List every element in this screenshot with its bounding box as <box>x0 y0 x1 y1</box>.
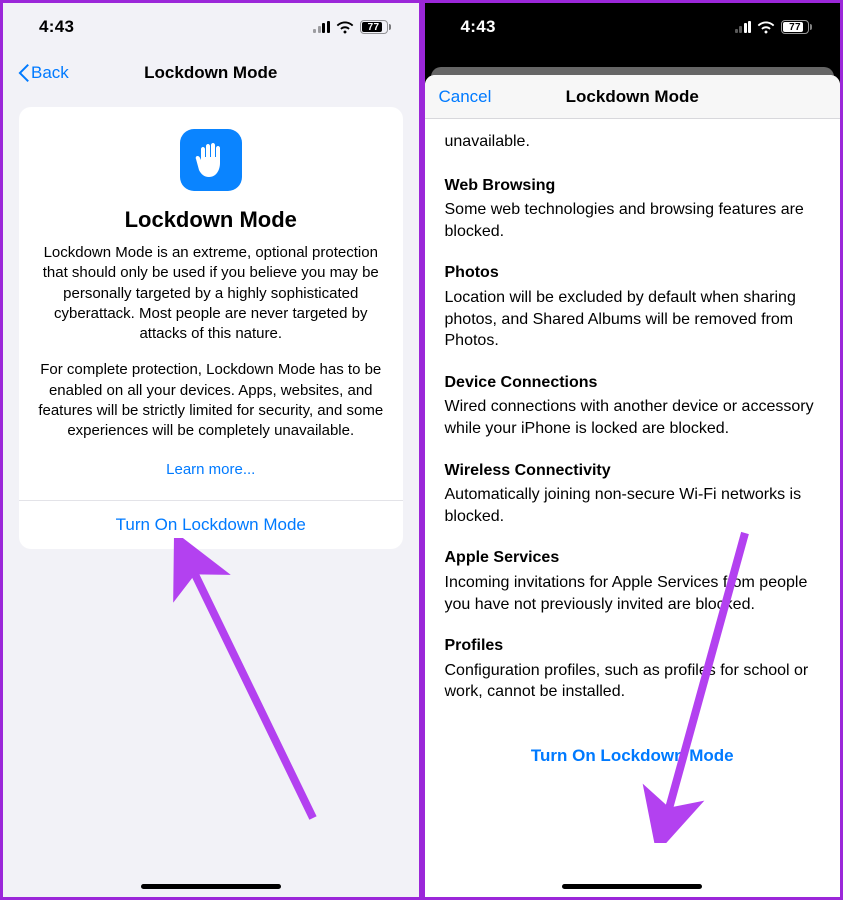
phone-left: 4:43 77 Back Lockdown Mode <box>0 0 422 900</box>
turn-on-lockdown-button[interactable]: Turn On Lockdown Mode <box>445 723 821 808</box>
home-indicator <box>562 884 702 889</box>
settings-body: Lockdown Mode Lockdown Mode is an extrem… <box>3 95 419 897</box>
status-bar: 4:43 77 <box>425 3 841 51</box>
section-head: Profiles <box>445 635 821 657</box>
status-right: 77 <box>735 20 813 34</box>
section-web-browsing: Web Browsing Some web technologies and b… <box>445 175 821 243</box>
chevron-back-icon <box>17 63 29 83</box>
turn-on-lockdown-button[interactable]: Turn On Lockdown Mode <box>19 500 403 549</box>
section-body: Wired connections with another device or… <box>445 396 821 439</box>
status-right: 77 <box>313 20 391 34</box>
sheet-backdrop <box>425 51 841 67</box>
section-photos: Photos Location will be excluded by defa… <box>445 262 821 351</box>
card-para-2: For complete protection, Lockdown Mode h… <box>33 360 389 441</box>
section-body: Configuration profiles, such as profiles… <box>445 660 821 703</box>
sheet-content[interactable]: unavailable. Web Browsing Some web techn… <box>425 119 841 897</box>
section-head: Apple Services <box>445 547 821 569</box>
lockdown-hand-icon <box>180 129 242 191</box>
sheet: Cancel Lockdown Mode unavailable. Web Br… <box>425 75 841 897</box>
fragment-text: unavailable. <box>445 131 821 153</box>
wifi-icon <box>757 21 775 34</box>
section-body: Some web technologies and browsing featu… <box>445 199 821 242</box>
card-para-1: Lockdown Mode is an extreme, optional pr… <box>33 243 389 344</box>
sheet-nav-bar: Cancel Lockdown Mode <box>425 75 841 119</box>
section-body: Incoming invitations for Apple Services … <box>445 572 821 615</box>
lockdown-card: Lockdown Mode Lockdown Mode is an extrem… <box>19 107 403 549</box>
cellular-signal-icon <box>735 21 752 33</box>
back-button[interactable]: Back <box>11 59 75 87</box>
section-wireless: Wireless Connectivity Automatically join… <box>445 460 821 528</box>
phone-right: 4:43 77 Cancel Lockdown Mode <box>422 0 843 900</box>
section-device-connections: Device Connections Wired connections wit… <box>445 372 821 440</box>
section-profiles: Profiles Configuration profiles, such as… <box>445 635 821 703</box>
wifi-icon <box>336 21 354 34</box>
section-apple-services: Apple Services Incoming invitations for … <box>445 547 821 615</box>
section-head: Wireless Connectivity <box>445 460 821 482</box>
section-head: Photos <box>445 262 821 284</box>
section-head: Web Browsing <box>445 175 821 197</box>
section-head: Device Connections <box>445 372 821 394</box>
battery-icon: 77 <box>360 20 391 34</box>
card-title: Lockdown Mode <box>33 207 389 233</box>
status-time: 4:43 <box>461 17 496 37</box>
status-time: 4:43 <box>39 17 74 37</box>
cellular-signal-icon <box>313 21 330 33</box>
cancel-label: Cancel <box>439 87 492 107</box>
home-indicator <box>141 884 281 889</box>
section-body: Location will be excluded by default whe… <box>445 287 821 352</box>
back-label: Back <box>31 63 69 83</box>
section-body: Automatically joining non-secure Wi-Fi n… <box>445 484 821 527</box>
learn-more-link[interactable]: Learn more... <box>158 457 263 482</box>
status-bar: 4:43 77 <box>3 3 419 51</box>
nav-bar: Back Lockdown Mode <box>3 51 419 95</box>
battery-icon: 77 <box>781 20 812 34</box>
cancel-button[interactable]: Cancel <box>433 83 498 111</box>
